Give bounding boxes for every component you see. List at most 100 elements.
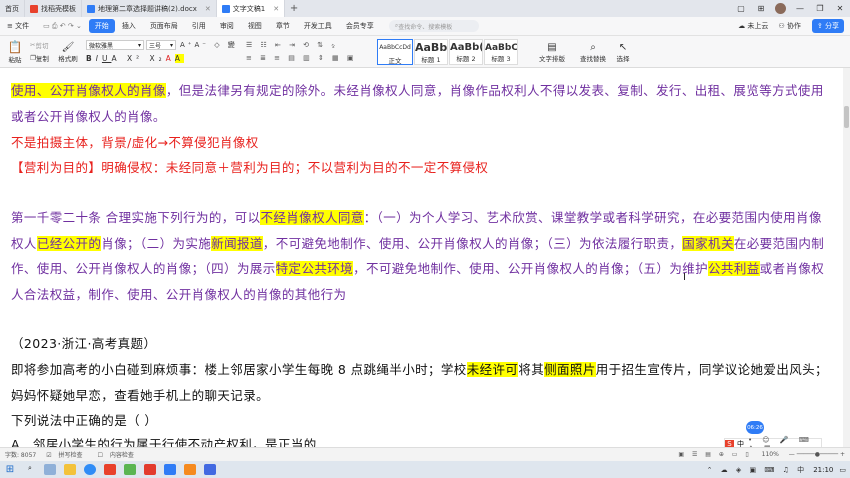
doc-text: A．邻居小学生的行为属于行使不动产权利，是正当的 — [11, 437, 317, 447]
collab-button[interactable]: ⚇ 协作 — [778, 21, 801, 31]
magnifier-icon: ⌕ — [590, 41, 596, 53]
layout-icon[interactable]: ▢ — [731, 4, 751, 13]
bold-icon[interactable]: B — [86, 54, 96, 63]
paste-label: 粘贴 — [8, 56, 22, 64]
clock[interactable]: 21:10 — [813, 466, 833, 474]
grid-icon[interactable]: ⊞ — [751, 4, 771, 13]
menu-view[interactable]: 视图 — [241, 21, 269, 31]
tab-doc-label: 地理第二章选择题讲稿(2).docx — [98, 4, 197, 13]
word-doc-icon — [87, 4, 95, 13]
doc-text: 在必要范围内制 — [733, 236, 825, 251]
menu-start[interactable]: 开始 — [88, 19, 115, 33]
style-heading1[interactable]: AaBb 标题 1 — [414, 39, 448, 65]
highlight-icon[interactable]: A — [174, 53, 184, 63]
avatar[interactable] — [775, 3, 786, 14]
windows-start-icon[interactable]: ⊞ — [4, 464, 16, 475]
browser-icon[interactable] — [84, 464, 96, 475]
task-view-icon[interactable] — [44, 464, 56, 475]
search-icon[interactable]: ⌕ — [24, 464, 36, 475]
style-normal[interactable]: AaBbCcDd 正文 — [377, 39, 413, 65]
underline-icon[interactable]: U — [102, 54, 112, 63]
doc-text: 或者肖像权 — [759, 261, 825, 276]
format-painter-button[interactable]: 🖌 格式刷 — [57, 39, 79, 65]
copy-label: 复制 — [35, 55, 49, 63]
zoom-slider[interactable]: — ─────●───── + — [789, 451, 845, 458]
file-explorer-icon[interactable] — [64, 464, 76, 475]
cut-button[interactable]: ✂ 剪切 — [30, 40, 48, 50]
copy-button[interactable]: ❐ 复制 — [30, 53, 49, 63]
vertical-scrollbar[interactable] — [843, 68, 850, 447]
menu-vip[interactable]: 会员专享 — [339, 21, 381, 31]
timer-badge[interactable]: 06:26 — [746, 421, 764, 434]
doc-text: ：（一）为个人学习、艺术欣赏、课堂教学或者科学研究，在必要范围内使用肖像 — [363, 210, 822, 225]
tab-doc-geography[interactable]: 地理第二章选择题讲稿(2).docx ✕ — [82, 0, 217, 17]
font-grow-shrink[interactable]: A⁺A⁻ ◇ 變 — [180, 40, 238, 50]
doc-line-11: 妈妈怀疑她早恋，查看她手机上的聊天记录。 — [11, 385, 269, 404]
spell-check[interactable]: ☑ 拼写检查 — [46, 450, 87, 459]
menu-layout[interactable]: 页面布局 — [143, 21, 185, 31]
list-buttons[interactable]: ☰ ☷ ⇤ ⇥ ⟲ ⇅ ⍚ — [246, 40, 339, 50]
notification-icon[interactable]: ▭ — [839, 466, 846, 474]
style-name: 标题 3 — [491, 55, 511, 63]
align-buttons[interactable]: ≡ ≣ ≡ ▤ ▥ ⇕ ▦ ▣ — [246, 53, 357, 63]
paste-button[interactable]: 📋 粘贴 — [4, 39, 26, 65]
wps-icon[interactable] — [104, 464, 116, 475]
share-label: 分享 — [825, 22, 839, 30]
wechat-icon[interactable] — [124, 464, 136, 475]
menu-insert[interactable]: 插入 — [115, 21, 143, 31]
menu-review[interactable]: 审阅 — [213, 21, 241, 31]
minimize-icon[interactable]: — — [790, 4, 810, 13]
app2-icon[interactable] — [184, 464, 196, 475]
tab-template-label: 找稻壳模板 — [41, 4, 76, 13]
word-count[interactable]: 字数: 8057 — [5, 450, 36, 459]
font-style-buttons[interactable]: BIUA X² X₂ A A — [86, 53, 184, 63]
font-size-select[interactable]: 三号 ▾ — [146, 40, 176, 50]
menu-reference[interactable]: 引用 — [185, 21, 213, 31]
document-page[interactable]: 使用、公开肖像权人的肖像，但是法律另有规定的除外。未经肖像权人同意，肖像作品权利… — [0, 68, 843, 447]
font-color-icon[interactable]: A — [166, 54, 175, 63]
app3-icon[interactable] — [204, 464, 216, 475]
view-mode-icons[interactable]: ▣ ☰ ▤ ⊕ ▭ ▯ — [678, 451, 751, 458]
doc-text: 肖像；（二）为实施 — [101, 236, 212, 251]
font-family-select[interactable]: 微软雅黑 ▾ — [86, 40, 144, 50]
style-name: 标题 2 — [456, 55, 476, 63]
style-heading3[interactable]: AaBbC 标题 3 — [484, 39, 518, 65]
zoom-level[interactable]: 110% — [762, 451, 779, 458]
app-icon[interactable] — [144, 464, 156, 475]
highlighted-text: 侧面照片 — [544, 362, 596, 377]
tab-template[interactable]: 找稻壳模板 — [25, 0, 82, 17]
doc-line-3: 不是拍摄主体，背景/虚化→不算侵犯肖像权 — [11, 132, 259, 151]
doc-line-2: 或者公开肖像权人的肖像。 — [11, 106, 166, 125]
people-icon: ⚇ — [778, 22, 787, 30]
highlighted-text: 使用、公开肖像权人的肖像 — [11, 83, 166, 98]
find-replace-label: 查找替换 — [580, 54, 606, 63]
menu-file[interactable]: ≡ 文件 — [0, 21, 36, 31]
doc-line-4: 【营利为目的】明确侵权：未经同意＋营利为目的；不以营利为目的不一定不算侵权 — [11, 157, 488, 176]
tab-active-label: 文字文稿1 — [232, 4, 266, 13]
command-search-input[interactable]: ⌕ 查找命令、搜索模板 — [388, 20, 479, 32]
window-close-icon[interactable]: ✕ — [830, 4, 850, 13]
content-check[interactable]: ☐ 内容检查 — [98, 450, 139, 459]
close-icon[interactable]: ✕ — [273, 5, 279, 13]
word-icon[interactable] — [164, 464, 176, 475]
quick-access-icons[interactable]: ▭ ⎙ ↶ ↷ ⌄ — [36, 22, 89, 31]
text-layout-button[interactable]: ▤ 文字排版 — [535, 39, 569, 65]
title-tab-bar: 首页 找稻壳模板 地理第二章选择题讲稿(2).docx ✕ 文字文稿1 ✕ + ▢ … — [0, 0, 850, 17]
share-button[interactable]: ⇪ 分享 — [811, 19, 844, 33]
menu-dev-tools[interactable]: 开发工具 — [297, 21, 339, 31]
close-icon[interactable]: ✕ — [205, 5, 211, 13]
style-heading2[interactable]: AaBb(标题 2 — [449, 39, 483, 65]
doc-line-10: 即将参加高考的小白碰到麻烦事：楼上邻居家小学生每晚 8 点跳绳半小时；学校未经许… — [11, 359, 828, 378]
maximize-icon[interactable]: ❐ — [810, 4, 830, 13]
search-placeholder: 查找命令、搜索模板 — [398, 23, 453, 31]
cloud-status[interactable]: ☁ 未上云 — [738, 21, 768, 31]
find-replace-button[interactable]: ⌕ 查找替换 — [576, 39, 610, 65]
tray-icons[interactable]: ⌃ ☁ ◈ ▣ ⌨ ♫ 中 — [707, 465, 808, 475]
menu-chapter[interactable]: 章节 — [269, 21, 297, 31]
tab-home[interactable]: 首页 — [0, 0, 25, 17]
select-button[interactable]: ↖ 选择 — [612, 39, 634, 65]
scrollbar-thumb[interactable] — [844, 106, 849, 128]
tab-home-label: 首页 — [5, 4, 19, 13]
tab-doc-active[interactable]: 文字文稿1 ✕ — [216, 0, 286, 17]
new-tab-button[interactable]: + — [285, 3, 303, 14]
